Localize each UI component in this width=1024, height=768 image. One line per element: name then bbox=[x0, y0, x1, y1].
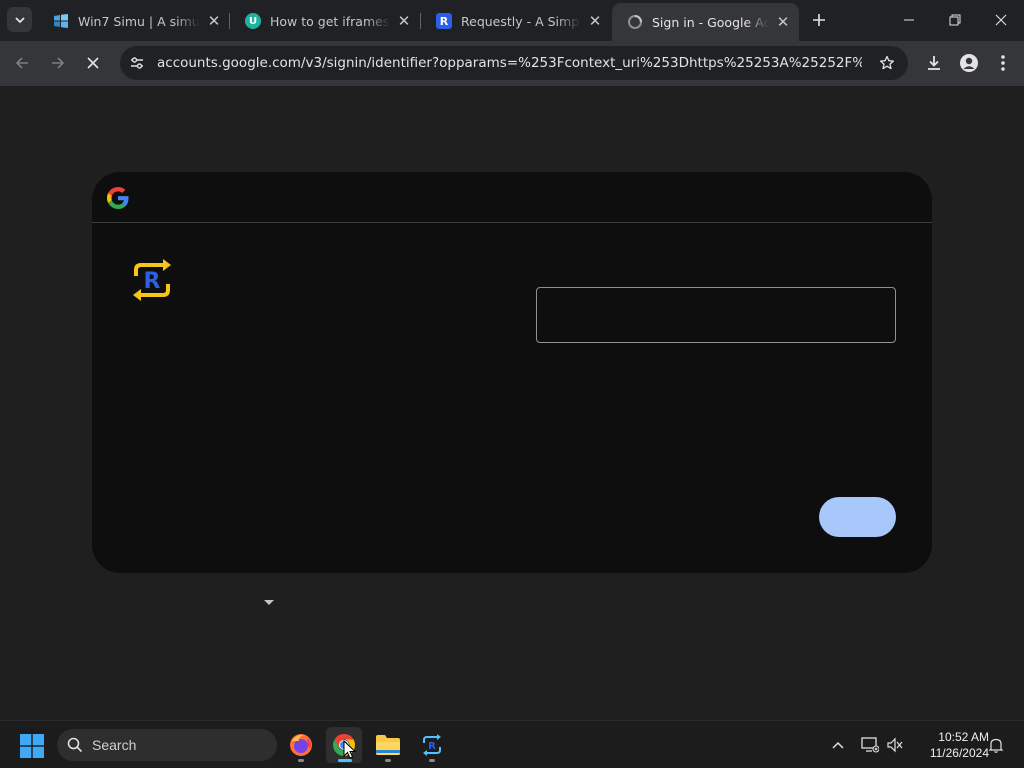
forward-button[interactable] bbox=[42, 47, 74, 79]
signin-card: R bbox=[92, 172, 932, 573]
email-field[interactable] bbox=[536, 287, 896, 343]
menu-kebab-icon[interactable] bbox=[992, 52, 1014, 74]
next-button[interactable] bbox=[819, 497, 896, 537]
tab-search-button[interactable] bbox=[7, 7, 32, 32]
address-bar-url[interactable]: accounts.google.com/v3/signin/identifier… bbox=[157, 55, 862, 71]
network-icon[interactable] bbox=[860, 735, 880, 755]
google-g-logo bbox=[107, 187, 129, 209]
close-icon[interactable]: ✕ bbox=[396, 12, 412, 30]
win7simu-favicon bbox=[53, 13, 69, 29]
notification-bell-icon[interactable] bbox=[986, 735, 1006, 755]
windows-start-icon[interactable] bbox=[20, 734, 44, 758]
tab-title: Win7 Simu | A simulator bbox=[78, 13, 200, 29]
tab-title: Requestly - A Simple & Powerful bbox=[461, 13, 581, 29]
browser-tab-strip: Win7 Simu | A simulator ✕ U How to get i… bbox=[0, 0, 1024, 41]
restore-button[interactable] bbox=[932, 0, 978, 40]
close-icon[interactable]: ✕ bbox=[587, 12, 603, 30]
arrow-right-icon bbox=[52, 57, 65, 69]
close-icon[interactable]: ✕ bbox=[775, 13, 791, 31]
tab-win7-simu[interactable]: Win7 Simu | A simulator ✕ bbox=[38, 5, 230, 37]
google-loading-favicon bbox=[627, 14, 643, 30]
close-icon[interactable]: ✕ bbox=[206, 12, 222, 30]
tab-google-signin[interactable]: Sign in - Google Accounts ✕ bbox=[612, 3, 799, 41]
minimize-icon bbox=[904, 19, 914, 21]
tune-icon bbox=[131, 57, 143, 69]
clock-date: 11/26/2024 bbox=[929, 746, 989, 760]
u-favicon: U bbox=[245, 13, 261, 29]
close-window-button[interactable] bbox=[978, 0, 1024, 40]
taskbar-search-box[interactable]: Search bbox=[57, 729, 277, 761]
stop-loading-button[interactable] bbox=[77, 47, 109, 79]
minimize-button[interactable] bbox=[886, 0, 932, 40]
close-icon bbox=[995, 14, 1007, 26]
new-tab-button[interactable] bbox=[808, 9, 830, 31]
close-icon bbox=[87, 57, 99, 69]
downloads-icon[interactable] bbox=[923, 52, 945, 74]
system-clock[interactable]: 10:52 AM 11/26/2024 bbox=[913, 729, 989, 761]
tab-iframes[interactable]: U How to get iframes to work ✕ bbox=[230, 5, 420, 37]
firefox-icon bbox=[290, 734, 312, 756]
show-hidden-icons-chevron-up-icon[interactable] bbox=[828, 735, 848, 755]
card-header bbox=[92, 172, 932, 223]
tab-title: How to get iframes to work bbox=[270, 13, 390, 29]
taskbar-app-file-explorer[interactable] bbox=[370, 727, 406, 763]
page-content: R bbox=[0, 86, 1024, 720]
clock-time: 10:52 AM bbox=[938, 730, 989, 744]
restore-icon bbox=[949, 14, 961, 26]
svg-text:R: R bbox=[428, 741, 436, 752]
browser-toolbar: accounts.google.com/v3/signin/identifier… bbox=[0, 41, 1024, 86]
plus-icon bbox=[813, 14, 825, 26]
taskbar-app-firefox[interactable] bbox=[283, 727, 319, 763]
profile-icon[interactable] bbox=[958, 52, 980, 74]
windows-taskbar: Search R 10:52 AM 11/26/2024 bbox=[0, 720, 1024, 768]
volume-muted-icon[interactable] bbox=[885, 735, 905, 755]
svg-text:R: R bbox=[144, 269, 161, 294]
chevron-down-icon bbox=[14, 16, 25, 23]
tab-requestly[interactable]: R Requestly - A Simple & Powerful ✕ bbox=[421, 5, 611, 37]
bookmark-star-icon[interactable] bbox=[878, 54, 896, 72]
taskbar-search-label: Search bbox=[92, 737, 137, 753]
arrow-left-icon bbox=[15, 57, 28, 69]
back-button[interactable] bbox=[6, 47, 38, 79]
running-indicator bbox=[298, 759, 304, 762]
running-indicator bbox=[429, 759, 435, 762]
requestly-favicon: R bbox=[436, 13, 452, 29]
running-indicator bbox=[385, 759, 391, 762]
tab-title: Sign in - Google Accounts bbox=[652, 14, 769, 30]
folder-icon bbox=[376, 735, 400, 755]
requestly-icon: R bbox=[423, 734, 441, 756]
mouse-cursor-icon bbox=[343, 740, 357, 759]
site-info-button[interactable] bbox=[123, 49, 151, 77]
requestly-logo: R bbox=[133, 259, 171, 301]
caret-down-icon[interactable] bbox=[264, 600, 274, 605]
taskbar-app-requestly[interactable]: R bbox=[414, 727, 450, 763]
address-bar[interactable]: accounts.google.com/v3/signin/identifier… bbox=[120, 46, 908, 80]
search-icon bbox=[67, 737, 83, 753]
